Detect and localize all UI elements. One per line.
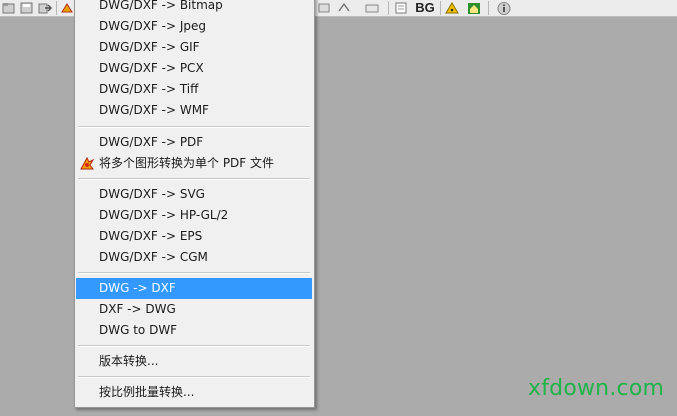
menu-item-label: DWG/DXF -> WMF	[99, 103, 209, 117]
open-icon[interactable]	[1, 1, 17, 15]
export-menu: DWG/DXF -> Bitmap DWG/DXF -> Jpeg DWG/DX…	[74, 0, 315, 408]
menu-item-cgm[interactable]: DWG/DXF -> CGM	[76, 247, 312, 268]
settings-icon[interactable]	[364, 1, 380, 15]
menu-item-version-convert[interactable]: 版本转换...	[76, 351, 312, 372]
menu-item-dwg-to-dwf[interactable]: DWG to DWF	[76, 320, 312, 341]
menu-item-label: DWG/DXF -> HP-GL/2	[99, 208, 229, 222]
menu-item-jpeg[interactable]: DWG/DXF -> Jpeg	[76, 16, 312, 37]
convert-icon[interactable]	[59, 1, 75, 15]
menu-item-dwg-to-dxf[interactable]: DWG -> DXF	[76, 278, 312, 299]
menu-item-svg[interactable]: DWG/DXF -> SVG	[76, 184, 312, 205]
menu-item-label: DWG/DXF -> Jpeg	[99, 19, 206, 33]
save-icon[interactable]	[19, 1, 35, 15]
menu-item-label: 版本转换...	[99, 354, 159, 368]
menu-separator	[78, 345, 310, 347]
menu-item-hpgl2[interactable]: DWG/DXF -> HP-GL/2	[76, 205, 312, 226]
menu-item-eps[interactable]: DWG/DXF -> EPS	[76, 226, 312, 247]
menu-item-batch-scale-convert[interactable]: 按比例批量转换...	[76, 382, 312, 403]
menu-item-label: DWG to DWF	[99, 323, 178, 337]
menu-item-multi-pdf[interactable]: 将多个图形转换为单个 PDF 文件	[76, 153, 312, 174]
menu-item-label: DWG/DXF -> PDF	[99, 135, 204, 149]
menu-item-label: 将多个图形转换为单个 PDF 文件	[99, 156, 275, 170]
layers-icon[interactable]	[316, 1, 332, 15]
menu-item-label: DWG/DXF -> PCX	[99, 61, 204, 75]
menu-separator	[78, 126, 310, 128]
warning-icon[interactable]	[444, 1, 460, 15]
menu-separator	[78, 376, 310, 378]
menu-item-label: DWG/DXF -> GIF	[99, 40, 200, 54]
menu-separator	[78, 272, 310, 274]
watermark: xfdown.com	[528, 376, 665, 401]
menu-item-label: DWG/DXF -> SVG	[99, 187, 205, 201]
menu-separator	[78, 178, 310, 180]
menu-item-label: DWG/DXF -> Bitmap	[99, 0, 223, 12]
menu-item-bitmap[interactable]: DWG/DXF -> Bitmap	[76, 0, 312, 16]
menu-item-pcx[interactable]: DWG/DXF -> PCX	[76, 58, 312, 79]
menu-item-gif[interactable]: DWG/DXF -> GIF	[76, 37, 312, 58]
print-icon[interactable]	[336, 1, 352, 15]
menu-item-label: DWG/DXF -> EPS	[99, 229, 203, 243]
document-icon[interactable]	[393, 1, 409, 15]
menu-item-label: DXF -> DWG	[99, 302, 176, 316]
menu-item-label: 按比例批量转换...	[99, 385, 195, 399]
menu-item-label: DWG -> DXF	[99, 281, 176, 295]
menu-item-tiff[interactable]: DWG/DXF -> Tiff	[76, 79, 312, 100]
bg-button[interactable]: BG	[415, 1, 435, 15]
home-icon[interactable]	[466, 1, 482, 15]
menu-item-dxf-to-dwg[interactable]: DXF -> DWG	[76, 299, 312, 320]
menu-item-pdf[interactable]: DWG/DXF -> PDF	[76, 132, 312, 153]
pdf-convert-icon	[79, 156, 95, 172]
menu-item-wmf[interactable]: DWG/DXF -> WMF	[76, 100, 312, 121]
export-icon[interactable]	[37, 1, 53, 15]
menu-item-label: DWG/DXF -> Tiff	[99, 82, 199, 96]
menu-item-label: DWG/DXF -> CGM	[99, 250, 208, 264]
info-icon[interactable]	[496, 1, 512, 15]
